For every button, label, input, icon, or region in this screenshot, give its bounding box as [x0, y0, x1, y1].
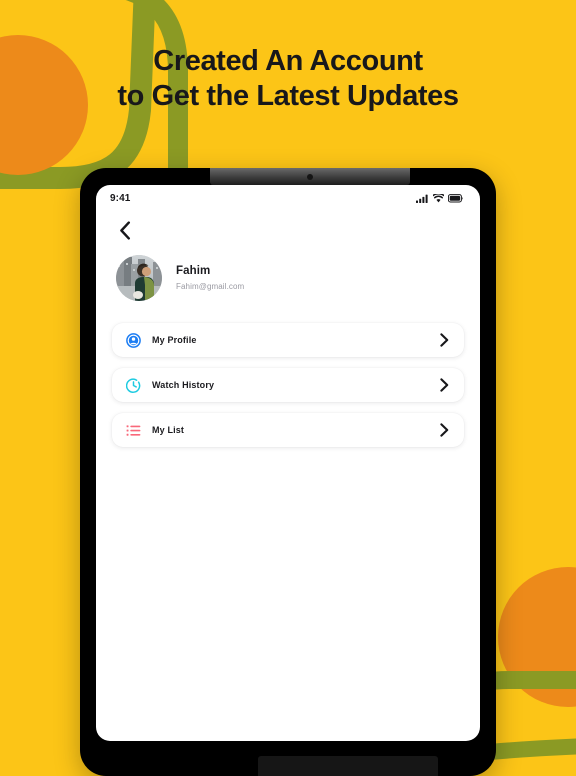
cellular-signal-icon	[416, 194, 428, 203]
profile-email: Fahim@gmail.com	[176, 282, 245, 291]
device-bottom-bezel	[258, 756, 438, 776]
wifi-icon	[433, 193, 444, 202]
menu-item-watch-history[interactable]: Watch History	[112, 368, 464, 402]
device-notch	[210, 168, 410, 185]
status-bar: 9:41	[96, 185, 480, 211]
menu-item-my-profile[interactable]: My Profile	[112, 323, 464, 357]
profile-name: Fahim	[176, 265, 211, 277]
front-camera-icon	[307, 174, 313, 180]
clock-icon	[125, 377, 141, 393]
headline-line-1: Created An Account	[153, 45, 423, 77]
status-bar-icons	[416, 193, 464, 203]
avatar	[116, 255, 162, 301]
profile-text: Fahim Fahim@gmail.com	[176, 265, 244, 291]
status-bar-time: 9:41	[110, 192, 131, 204]
menu-item-my-list[interactable]: My List	[112, 413, 464, 447]
tablet-device-mockup: 9:41 Fahim Fahim@gmail.com My Profile Wa…	[80, 168, 496, 776]
settings-menu-list: My Profile Watch History My List	[96, 323, 480, 447]
chevron-right-icon	[437, 378, 451, 392]
menu-item-label: My Profile	[152, 335, 197, 345]
menu-item-label: My List	[152, 425, 185, 435]
menu-item-label: Watch History	[152, 380, 215, 390]
back-button[interactable]	[113, 218, 137, 242]
chevron-right-icon	[437, 423, 451, 437]
user-photo	[116, 255, 162, 301]
headline-line-2: to Get the Latest Updates	[117, 80, 459, 112]
bullet-list-icon	[125, 422, 141, 438]
device-screen: 9:41 Fahim Fahim@gmail.com My Profile Wa…	[96, 185, 480, 741]
user-circle-icon	[125, 332, 141, 348]
battery-icon	[448, 193, 463, 202]
chevron-left-icon	[119, 220, 130, 240]
app-nav-bar	[96, 211, 480, 249]
chevron-right-icon	[437, 333, 451, 347]
page-headline: Created An Account to Get the Latest Upd…	[0, 44, 576, 114]
profile-section: Fahim Fahim@gmail.com	[96, 249, 480, 301]
